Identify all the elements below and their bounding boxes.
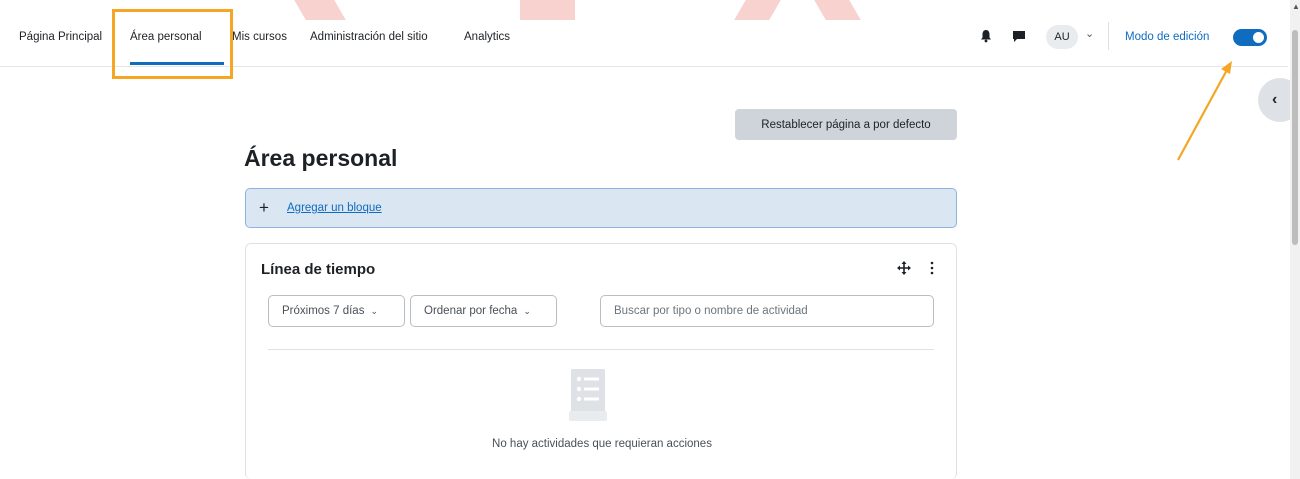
search-placeholder: Buscar por tipo o nombre de actividad (614, 305, 808, 317)
nav-item-analytics[interactable]: Analytics (464, 31, 510, 43)
avatar[interactable]: AU (1046, 25, 1078, 49)
navbar-divider (1108, 22, 1109, 50)
chevron-down-icon: ⌄ (370, 305, 378, 316)
empty-state-message: No hay actividades que requieran accione… (492, 438, 712, 450)
filter-label: Próximos 7 días (282, 305, 365, 317)
scroll-up-icon[interactable]: ▲ (1292, 2, 1300, 11)
chevron-left-icon: ‹ (1272, 91, 1278, 108)
empty-list-icon (569, 369, 607, 421)
page-title: Área personal (244, 145, 398, 171)
annotation-arrow-icon (1177, 61, 1232, 161)
nav-item-administracion[interactable]: Administración del sitio (310, 31, 428, 43)
avatar-initials: AU (1054, 31, 1070, 43)
add-block-link[interactable]: Agregar un bloque (287, 202, 382, 214)
scrollbar-thumb[interactable] (1292, 30, 1298, 245)
timeline-search-input[interactable]: Buscar por tipo o nombre de actividad (600, 295, 934, 327)
timeline-sort-select[interactable]: Ordenar por fecha ⌄ (410, 295, 557, 327)
active-tab-indicator (130, 62, 224, 65)
nav-item-pagina-principal[interactable]: Página Principal (19, 31, 102, 43)
edit-mode-label: Modo de edición (1125, 31, 1210, 43)
top-navbar: Página Principal Área personal Mis curso… (0, 0, 1288, 67)
nav-item-area-personal[interactable]: Área personal (130, 31, 202, 43)
moodle-dashboard: Página Principal Área personal Mis curso… (0, 0, 1300, 479)
add-block-bar[interactable]: + Agregar un bloque (245, 188, 957, 228)
timeline-title: Línea de tiempo (261, 261, 376, 278)
chat-icon[interactable] (1011, 28, 1027, 44)
scrollbar[interactable]: ▲ (1290, 0, 1300, 479)
chevron-down-icon[interactable]: ⌄ (1085, 27, 1094, 40)
kebab-menu-icon[interactable] (929, 261, 935, 275)
move-icon[interactable] (897, 261, 911, 275)
toggle-knob (1253, 32, 1264, 43)
timeline-block: Línea de tiempo Próximos 7 días ⌄ Ordena… (245, 243, 957, 479)
chevron-down-icon: ⌄ (523, 305, 531, 316)
sort-label: Ordenar por fecha (424, 305, 518, 317)
edit-mode-toggle[interactable] (1233, 29, 1267, 46)
timeline-divider (268, 349, 934, 350)
reset-page-button[interactable]: Restablecer página a por defecto (735, 109, 957, 140)
plus-icon: + (259, 198, 269, 217)
timeline-filter-select[interactable]: Próximos 7 días ⌄ (268, 295, 405, 327)
bell-icon[interactable] (978, 28, 994, 44)
nav-item-mis-cursos[interactable]: Mis cursos (232, 31, 287, 43)
